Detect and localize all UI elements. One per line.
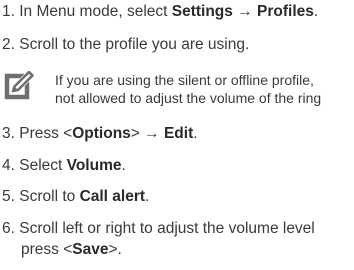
step-number: 3. xyxy=(2,125,15,142)
step-text: Scroll to xyxy=(19,188,80,205)
softkey-options: Options xyxy=(72,125,131,142)
note-pencil-icon xyxy=(4,71,34,100)
step-number: 2. xyxy=(2,36,15,53)
step-text: press < xyxy=(21,241,73,258)
menu-edit: Edit xyxy=(163,125,194,142)
step-4: 4. Select Volume. xyxy=(2,156,126,176)
step-6: 6. Scroll left or right to adjust the vo… xyxy=(2,219,315,239)
step-number: 1. xyxy=(2,3,15,20)
menu-volume: Volume xyxy=(66,157,122,174)
step-2: 2. Scroll to the profile you are using. xyxy=(2,35,249,55)
punctuation: . xyxy=(121,157,126,174)
softkey-save: Save xyxy=(72,241,109,258)
step-text: Scroll left or right to adjust the volum… xyxy=(19,220,315,237)
punctuation: >. xyxy=(108,241,122,258)
menu-profiles: Profiles xyxy=(257,3,314,20)
arrow: > → xyxy=(130,125,164,142)
step-5: 5. Scroll to Call alert. xyxy=(2,187,149,207)
step-number: 5. xyxy=(2,188,15,205)
punctuation: . xyxy=(145,188,150,205)
arrow: → xyxy=(232,3,258,20)
note-line-1: If you are using the silent or offline p… xyxy=(55,72,314,88)
step-text: Scroll to the profile you are using. xyxy=(19,36,250,53)
step-number: 6. xyxy=(2,220,15,237)
step-text: Press < xyxy=(19,125,73,142)
step-number: 4. xyxy=(2,157,15,174)
step-text: In Menu mode, select xyxy=(19,3,172,20)
note-line-2: not allowed to adjust the volume of the … xyxy=(55,90,322,106)
menu-settings: Settings xyxy=(171,3,233,20)
step-6-continued: press <Save>. xyxy=(21,240,122,260)
step-text: Select xyxy=(19,157,67,174)
step-3: 3. Press <Options> → Edit. xyxy=(2,124,198,144)
step-1: 1. In Menu mode, select Settings → Profi… xyxy=(2,2,318,22)
punctuation: . xyxy=(193,125,198,142)
punctuation: . xyxy=(313,3,319,20)
menu-call-alert: Call alert xyxy=(79,188,146,205)
